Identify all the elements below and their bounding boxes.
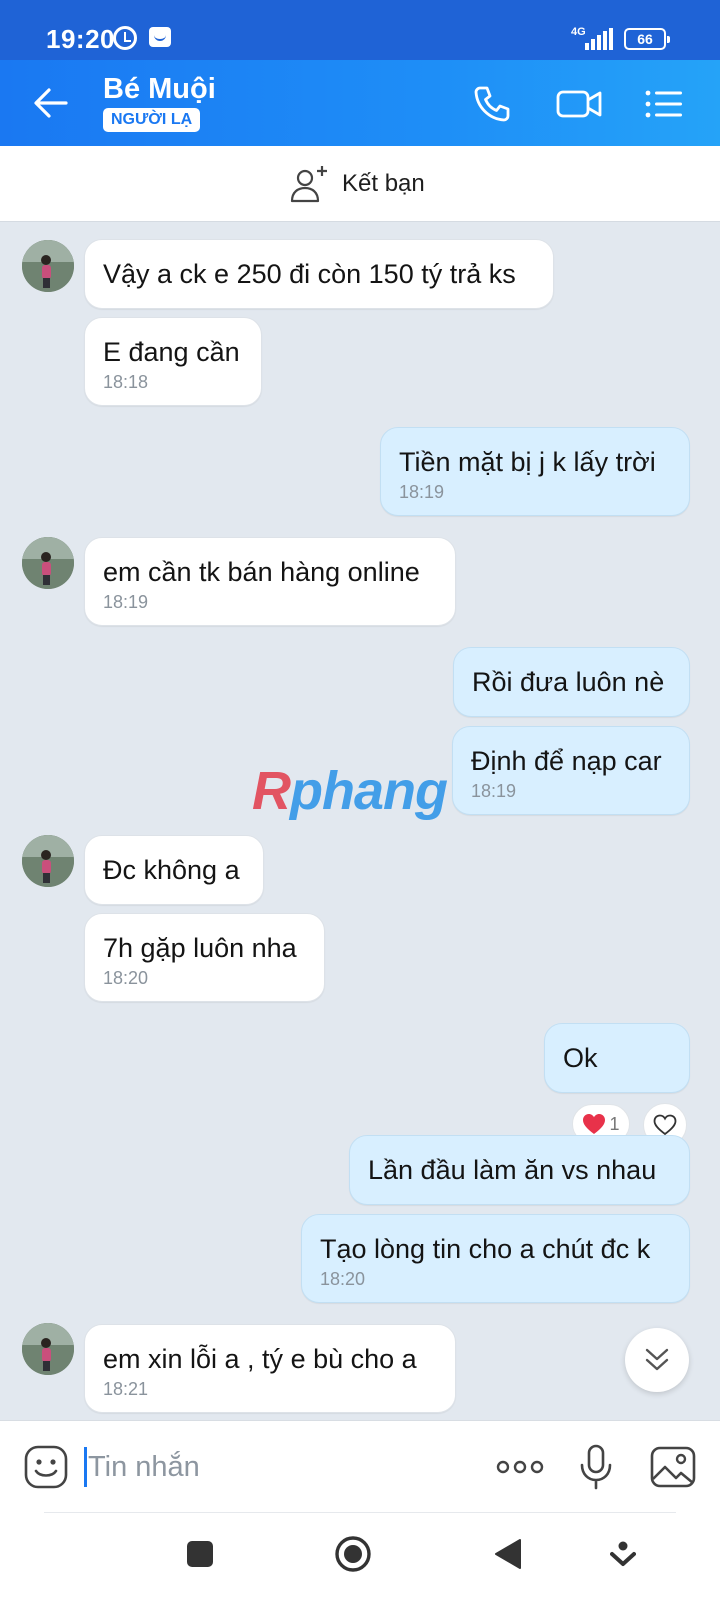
microphone-icon xyxy=(580,1444,612,1490)
contact-name[interactable]: Bé Muội xyxy=(103,73,216,106)
message-time: 18:19 xyxy=(471,781,517,801)
contact-avatar[interactable] xyxy=(22,835,74,887)
message-bubble-outgoing[interactable]: Ok xyxy=(544,1023,690,1093)
emoji-icon xyxy=(24,1445,68,1489)
heart-outline-icon xyxy=(653,1114,677,1136)
battery-icon: 66 xyxy=(624,28,670,50)
alarm-icon xyxy=(113,26,137,50)
double-chevron-down-icon xyxy=(645,1348,669,1371)
message-input[interactable] xyxy=(88,1445,468,1489)
phone-icon xyxy=(474,86,510,122)
stranger-badge: NGƯỜI LẠ xyxy=(103,108,201,132)
message-time: 18:21 xyxy=(103,1379,149,1399)
heart-icon xyxy=(583,1114,606,1134)
back-nav-icon[interactable] xyxy=(494,1538,522,1570)
more-dots-icon xyxy=(496,1460,544,1474)
message-text: 7h gặp luôn nha xyxy=(103,933,297,963)
message-bubble-incoming[interactable]: Vậy a ck e 250 đi còn 150 tý trả ks xyxy=(84,239,554,309)
message-text: Rồi đưa luôn nè xyxy=(472,667,665,697)
options-menu-button[interactable] xyxy=(642,82,686,126)
contact-avatar[interactable] xyxy=(22,1323,74,1375)
recent-apps-icon[interactable] xyxy=(186,1540,214,1568)
message-text: Lần đầu làm ăn vs nhau xyxy=(368,1155,657,1185)
divider xyxy=(44,1512,676,1513)
message-bubble-incoming[interactable]: 7h gặp luôn nha 18:20 xyxy=(84,913,325,1002)
voice-message-button[interactable] xyxy=(578,1443,614,1491)
message-time: 18:20 xyxy=(320,1269,366,1289)
message-bubble-outgoing[interactable]: Lần đầu làm ăn vs nhau xyxy=(349,1135,690,1205)
voice-call-button[interactable] xyxy=(470,82,514,126)
app-notification-icon xyxy=(149,27,171,47)
message-bubble-outgoing[interactable]: Tiền mặt bị j k lấy trời 18:19 xyxy=(380,427,690,516)
message-bubble-outgoing[interactable]: Định để nạp car 18:19 xyxy=(452,726,690,815)
message-bubble-incoming[interactable]: em cần tk bán hàng online 18:19 xyxy=(84,537,456,626)
message-time: 18:20 xyxy=(103,968,149,988)
message-text: E đang cần xyxy=(103,337,240,367)
contact-avatar[interactable] xyxy=(22,537,74,589)
home-icon[interactable] xyxy=(334,1535,372,1573)
message-text: Vậy a ck e 250 đi còn 150 tý trả ks xyxy=(103,259,516,289)
contact-avatar[interactable] xyxy=(22,240,74,292)
status-time: 19:20 xyxy=(46,24,115,54)
system-navigation-bar xyxy=(0,1512,720,1600)
reaction-count: 1 xyxy=(609,1113,620,1134)
network-type: 4G xyxy=(571,26,586,38)
watermark-logo: Rphang xyxy=(252,760,448,822)
scroll-to-bottom-button[interactable] xyxy=(625,1328,689,1392)
message-bubble-incoming[interactable]: em xin lỗi a , tý e bù cho a 18:21 xyxy=(84,1324,456,1413)
message-text: Đc không a xyxy=(103,855,240,885)
status-bar: 19:20 4G 66 xyxy=(0,0,720,60)
message-text: em cần tk bán hàng online xyxy=(103,557,420,587)
message-time: 18:18 xyxy=(103,372,149,392)
message-text: Định để nạp car xyxy=(471,746,662,776)
message-text: em xin lỗi a , tý e bù cho a xyxy=(103,1344,417,1374)
send-image-button[interactable] xyxy=(650,1445,696,1489)
chat-header: Bé Muội NGƯỜI LẠ xyxy=(0,60,720,146)
image-icon xyxy=(650,1446,696,1488)
watermark-letter: R xyxy=(252,761,291,821)
text-cursor xyxy=(84,1447,87,1487)
message-text: Tiền mặt bị j k lấy trời xyxy=(399,447,656,477)
add-friend-button[interactable]: Kết bạn xyxy=(290,162,425,206)
more-options-button[interactable] xyxy=(495,1449,545,1485)
message-bubble-outgoing[interactable]: Tạo lòng tin cho a chút đc k 18:20 xyxy=(301,1214,690,1303)
message-bubble-incoming[interactable]: E đang cần 18:18 xyxy=(84,317,262,406)
back-button[interactable] xyxy=(30,82,72,124)
keyboard-hide-icon[interactable] xyxy=(610,1540,636,1570)
add-user-icon xyxy=(290,166,327,203)
add-friend-bar: Kết bạn xyxy=(0,146,720,222)
back-arrow-icon xyxy=(34,88,68,118)
message-composer xyxy=(0,1420,720,1512)
sticker-button[interactable] xyxy=(24,1445,68,1489)
add-friend-label: Kết bạn xyxy=(342,170,425,197)
signal-icon xyxy=(585,28,615,50)
watermark-word: phang xyxy=(290,761,448,821)
message-text: Ok xyxy=(563,1043,598,1073)
list-menu-icon xyxy=(645,90,682,118)
video-camera-icon xyxy=(556,90,602,118)
message-time: 18:19 xyxy=(103,592,149,612)
message-bubble-incoming[interactable]: Đc không a xyxy=(84,835,264,905)
message-bubble-outgoing[interactable]: Rồi đưa luôn nè xyxy=(453,647,690,717)
message-text: Tạo lòng tin cho a chút đc k xyxy=(320,1234,651,1264)
message-time: 18:19 xyxy=(399,482,445,502)
video-call-button[interactable] xyxy=(555,82,603,126)
